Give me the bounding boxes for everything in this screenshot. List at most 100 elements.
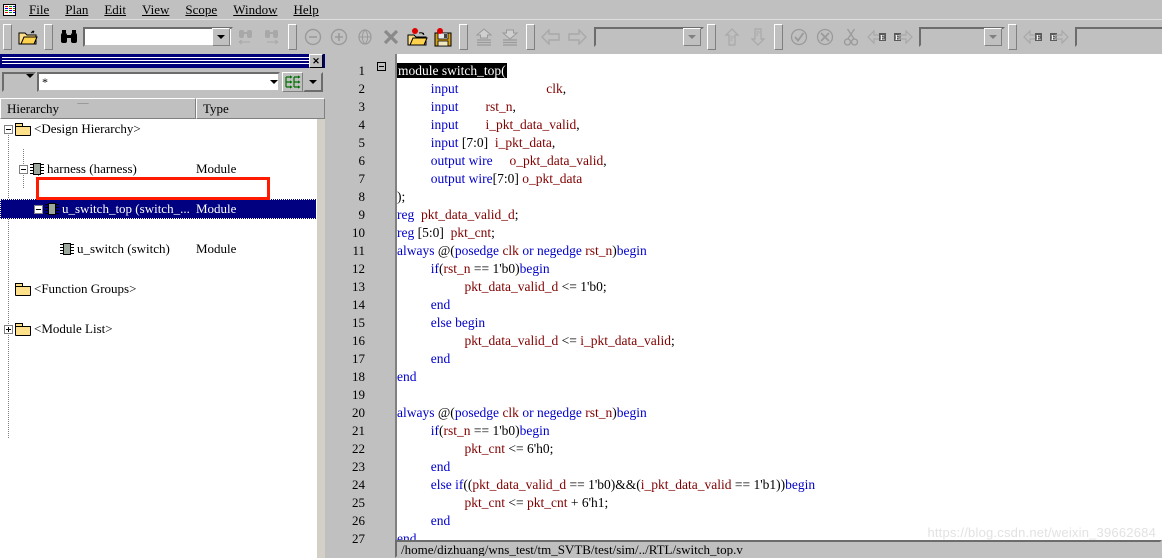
zoom-out-icon[interactable] xyxy=(301,25,325,49)
module-chip-icon xyxy=(45,202,59,216)
binoculars-icon[interactable] xyxy=(57,25,81,49)
elem-next-icon[interactable]: E xyxy=(1047,25,1071,49)
hierarchy-tree[interactable]: <Design Hierarchy> harness (harness) Mod… xyxy=(0,119,317,558)
pattern-input-wrap[interactable]: * xyxy=(37,72,280,92)
tree-row-u-switch-top[interactable]: u_switch_top (switch_... Module xyxy=(0,199,317,219)
expander-minus-icon[interactable] xyxy=(34,204,43,214)
open-database-icon[interactable] xyxy=(405,25,429,49)
toolbar-grip[interactable] xyxy=(3,24,12,50)
forward-arrow-icon[interactable] xyxy=(565,25,589,49)
search-dropdown-arrow[interactable] xyxy=(212,28,230,46)
line-number-gutter: 1 2 3 4 5 6 7 8 9 10 11 12 13 14 15 16 1… xyxy=(329,54,386,558)
binoculars-next-icon[interactable] xyxy=(260,25,284,49)
toolbar-grip-4[interactable] xyxy=(459,24,468,50)
code-token: or xyxy=(522,405,534,420)
code-token: o_pkt_data_valid xyxy=(509,153,604,168)
panel-drag-grips[interactable] xyxy=(2,56,309,66)
cancel-circle-icon[interactable] xyxy=(813,25,837,49)
code-token: rst_n xyxy=(585,243,613,258)
tree-row-label: <Function Groups> xyxy=(34,281,137,296)
code-token: always xyxy=(397,243,435,258)
tree-row-design-hierarchy[interactable]: <Design Hierarchy> xyxy=(0,119,317,139)
scope-dropdown-arrow[interactable] xyxy=(683,28,701,46)
code-token: , xyxy=(576,117,580,132)
code-token: ; xyxy=(491,225,495,240)
tree-row-u-switch[interactable]: u_switch (switch) Module xyxy=(0,239,317,259)
signal-dropdown-arrow[interactable] xyxy=(984,28,1002,46)
fold-toggle-icon[interactable] xyxy=(377,62,386,71)
tree-row-function-groups[interactable]: <Function Groups> xyxy=(0,279,317,299)
scope-select[interactable] xyxy=(2,72,36,92)
save-database-icon[interactable] xyxy=(431,25,455,49)
back-arrow-icon[interactable] xyxy=(539,25,563,49)
signal-combo[interactable] xyxy=(919,27,1005,47)
open-folder-icon[interactable] xyxy=(16,25,40,49)
filter-combo[interactable] xyxy=(1075,27,1162,47)
code-token: @( xyxy=(434,405,455,420)
line-number: 6 xyxy=(358,153,366,168)
menu-scope[interactable]: Scope xyxy=(177,1,225,19)
globe-icon[interactable] xyxy=(353,25,377,49)
expander-minus-icon[interactable] xyxy=(4,124,13,134)
scope-select-arrow[interactable] xyxy=(26,74,34,90)
code-line: output wire[7:0] o_pkt_data xyxy=(397,170,583,188)
line-number: 15 xyxy=(352,315,365,330)
menu-view-label: View xyxy=(142,1,170,17)
check-circle-icon[interactable] xyxy=(787,25,811,49)
menu-plan[interactable]: Plan xyxy=(57,1,96,19)
binoculars-prev-icon[interactable] xyxy=(234,25,258,49)
elem-prev-icon[interactable]: E xyxy=(1021,25,1045,49)
code-token: i_pkt_data_valid xyxy=(485,117,577,132)
scope-select-value xyxy=(4,74,26,90)
port-up-icon[interactable]: P xyxy=(720,25,744,49)
tree-row-module-list[interactable]: <Module List> xyxy=(0,319,317,339)
menu-edit[interactable]: Edit xyxy=(96,1,134,19)
next-error-icon[interactable]: E xyxy=(891,25,915,49)
move-down-icon[interactable] xyxy=(498,25,522,49)
toolbar-grip-8[interactable] xyxy=(1008,24,1017,50)
line-number: 22 xyxy=(352,441,365,456)
search-combo[interactable] xyxy=(83,27,233,47)
column-header-type[interactable]: Type xyxy=(196,98,325,119)
move-up-icon[interactable] xyxy=(472,25,496,49)
port-down-icon[interactable]: P xyxy=(746,25,770,49)
menu-window[interactable]: Window xyxy=(225,1,285,19)
tree-row-label: <Module List> xyxy=(34,321,113,336)
expander-plus-icon[interactable] xyxy=(4,324,13,334)
code-line: else if((pkt_data_valid_d == 1'b0)&&(i_p… xyxy=(397,476,815,494)
tree-row-harness[interactable]: harness (harness) Module xyxy=(0,159,317,179)
code-token: end xyxy=(430,513,451,528)
prev-error-icon[interactable]: E xyxy=(865,25,889,49)
zoom-in-icon[interactable] xyxy=(327,25,351,49)
scissors-icon[interactable] xyxy=(839,25,863,49)
code-text-area[interactable]: module switch_top( input clk, input rst_… xyxy=(395,54,1162,558)
close-icon[interactable]: ✕ xyxy=(309,54,323,68)
menu-help[interactable]: Help xyxy=(285,1,326,19)
scope-combo[interactable] xyxy=(594,27,704,47)
hierarchy-mode-dropdown[interactable] xyxy=(303,72,323,92)
hierarchy-vertical-scrollbar[interactable] xyxy=(316,119,325,558)
toolbar-grip-3[interactable] xyxy=(288,24,297,50)
pattern-input[interactable]: * xyxy=(39,75,270,90)
expander-minus-icon[interactable] xyxy=(19,164,28,174)
delete-x-icon[interactable] xyxy=(379,25,403,49)
toolbar-grip-2[interactable] xyxy=(44,24,53,50)
toolbar-grip-5[interactable] xyxy=(526,24,535,50)
menu-window-label: Window xyxy=(233,1,278,17)
column-header-hierarchy[interactable]: Hierarchy xyxy=(0,98,196,119)
app-grid-icon xyxy=(3,3,16,16)
code-line: end xyxy=(397,458,451,476)
toolbar-grip-7[interactable] xyxy=(774,24,783,50)
hierarchy-panel-titlebar[interactable]: ✕ xyxy=(0,54,325,68)
hierarchy-flatten-icon[interactable] xyxy=(282,72,303,92)
menu-help-label: Help xyxy=(293,1,319,17)
toolbar-grip-6[interactable] xyxy=(707,24,716,50)
menu-view[interactable]: View xyxy=(134,1,177,19)
menu-file[interactable]: File xyxy=(21,1,57,19)
code-token: output xyxy=(430,153,466,168)
code-token: rst_n xyxy=(443,261,471,276)
pattern-dropdown-arrow[interactable] xyxy=(270,80,278,84)
